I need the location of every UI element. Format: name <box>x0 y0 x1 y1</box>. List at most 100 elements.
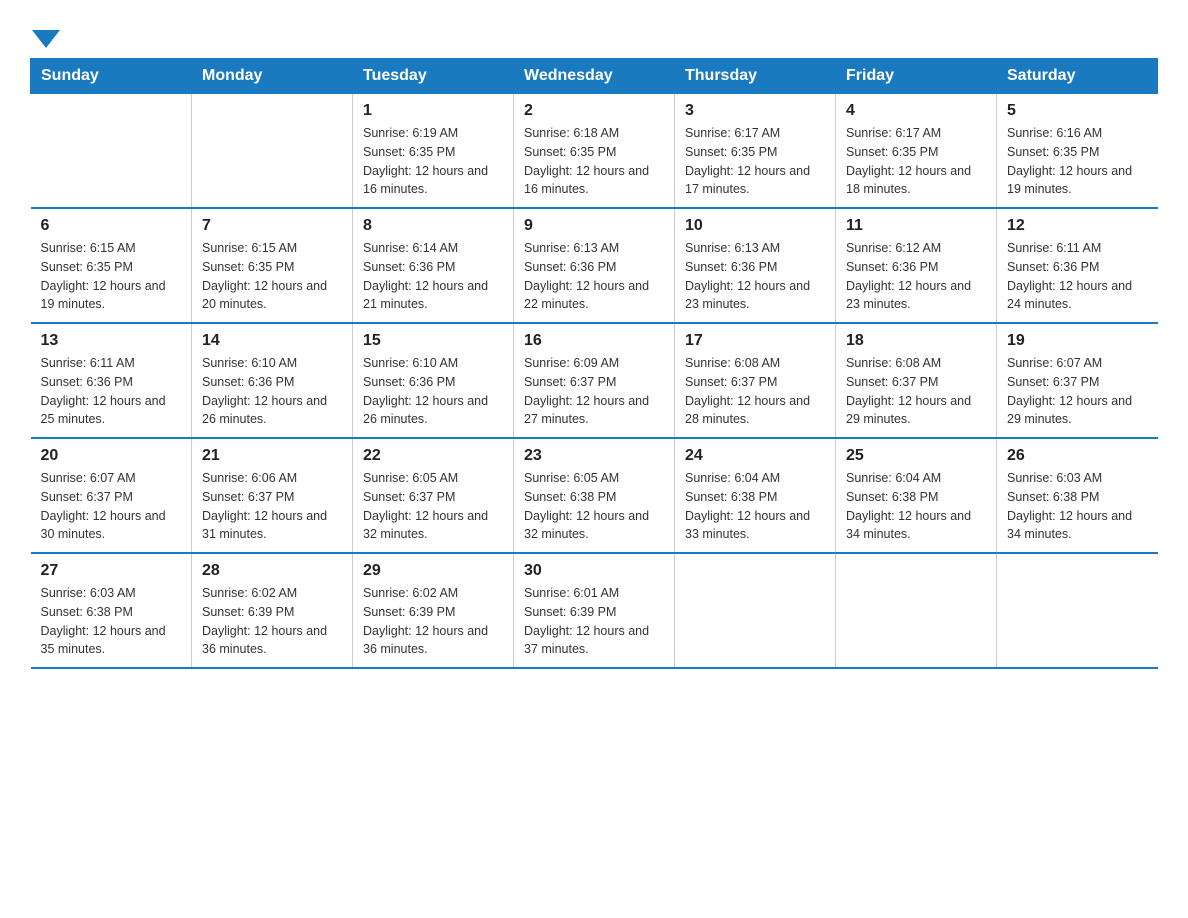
day-info: Sunrise: 6:11 AMSunset: 6:36 PMDaylight:… <box>41 354 182 429</box>
day-info: Sunrise: 6:05 AMSunset: 6:37 PMDaylight:… <box>363 469 503 544</box>
day-number: 27 <box>41 562 182 580</box>
day-number: 19 <box>1007 332 1148 350</box>
day-number: 16 <box>524 332 664 350</box>
day-number: 9 <box>524 217 664 235</box>
calendar-cell: 29 Sunrise: 6:02 AMSunset: 6:39 PMDayligh… <box>353 553 514 668</box>
day-info: Sunrise: 6:13 AMSunset: 6:36 PMDaylight:… <box>524 239 664 314</box>
calendar-cell <box>192 94 353 209</box>
day-number: 23 <box>524 447 664 465</box>
calendar-cell: 27 Sunrise: 6:03 AMSunset: 6:38 PMDayligh… <box>31 553 192 668</box>
calendar-cell: 3 Sunrise: 6:17 AMSunset: 6:35 PMDaylight… <box>675 94 836 209</box>
logo-arrow-icon <box>32 30 60 48</box>
day-info: Sunrise: 6:04 AMSunset: 6:38 PMDaylight:… <box>685 469 825 544</box>
calendar-cell: 12Sunrise: 6:11 AMSunset: 6:36 PMDayligh… <box>997 208 1158 323</box>
day-number: 11 <box>846 217 986 235</box>
header-cell-saturday: Saturday <box>997 59 1158 94</box>
day-number: 30 <box>524 562 664 580</box>
day-number: 7 <box>202 217 342 235</box>
header-row: SundayMondayTuesdayWednesdayThursdayFrid… <box>31 59 1158 94</box>
calendar-cell: 19 Sunrise: 6:07 AMSunset: 6:37 PMDayligh… <box>997 323 1158 438</box>
calendar-cell: 18 Sunrise: 6:08 AMSunset: 6:37 PMDayligh… <box>836 323 997 438</box>
calendar-body: 1 Sunrise: 6:19 AMSunset: 6:35 PMDaylight… <box>31 94 1158 669</box>
day-info: Sunrise: 6:15 AMSunset: 6:35 PMDaylight:… <box>202 239 342 314</box>
header-cell-monday: Monday <box>192 59 353 94</box>
day-number: 1 <box>363 102 503 120</box>
day-number: 17 <box>685 332 825 350</box>
calendar-cell: 7 Sunrise: 6:15 AMSunset: 6:35 PMDaylight… <box>192 208 353 323</box>
day-info: Sunrise: 6:06 AMSunset: 6:37 PMDaylight:… <box>202 469 342 544</box>
calendar-week-2: 6Sunrise: 6:15 AMSunset: 6:35 PMDaylight… <box>31 208 1158 323</box>
day-number: 24 <box>685 447 825 465</box>
day-info: Sunrise: 6:07 AMSunset: 6:37 PMDaylight:… <box>1007 354 1148 429</box>
calendar-cell: 26 Sunrise: 6:03 AMSunset: 6:38 PMDayligh… <box>997 438 1158 553</box>
day-number: 21 <box>202 447 342 465</box>
day-number: 20 <box>41 447 182 465</box>
calendar-cell: 28Sunrise: 6:02 AMSunset: 6:39 PMDayligh… <box>192 553 353 668</box>
calendar-header: SundayMondayTuesdayWednesdayThursdayFrid… <box>31 59 1158 94</box>
calendar-cell: 22 Sunrise: 6:05 AMSunset: 6:37 PMDayligh… <box>353 438 514 553</box>
calendar-cell: 13 Sunrise: 6:11 AMSunset: 6:36 PMDayligh… <box>31 323 192 438</box>
day-info: Sunrise: 6:03 AMSunset: 6:38 PMDaylight:… <box>41 584 182 659</box>
day-info: Sunrise: 6:14 AMSunset: 6:36 PMDaylight:… <box>363 239 503 314</box>
day-number: 28 <box>202 562 342 580</box>
day-number: 2 <box>524 102 664 120</box>
day-number: 4 <box>846 102 986 120</box>
day-info: Sunrise: 6:12 AMSunset: 6:36 PMDaylight:… <box>846 239 986 314</box>
calendar-week-4: 20 Sunrise: 6:07 AMSunset: 6:37 PMDayligh… <box>31 438 1158 553</box>
calendar-cell: 1 Sunrise: 6:19 AMSunset: 6:35 PMDaylight… <box>353 94 514 209</box>
calendar-cell: 14Sunrise: 6:10 AMSunset: 6:36 PMDayligh… <box>192 323 353 438</box>
calendar-cell: 17 Sunrise: 6:08 AMSunset: 6:37 PMDayligh… <box>675 323 836 438</box>
calendar-cell: 5 Sunrise: 6:16 AMSunset: 6:35 PMDaylight… <box>997 94 1158 209</box>
day-number: 5 <box>1007 102 1148 120</box>
day-number: 25 <box>846 447 986 465</box>
day-number: 15 <box>363 332 503 350</box>
calendar-cell: 4Sunrise: 6:17 AMSunset: 6:35 PMDaylight… <box>836 94 997 209</box>
day-info: Sunrise: 6:01 AMSunset: 6:39 PMDaylight:… <box>524 584 664 659</box>
day-info: Sunrise: 6:15 AMSunset: 6:35 PMDaylight:… <box>41 239 182 314</box>
day-info: Sunrise: 6:02 AMSunset: 6:39 PMDaylight:… <box>363 584 503 659</box>
calendar-cell: 16 Sunrise: 6:09 AMSunset: 6:37 PMDayligh… <box>514 323 675 438</box>
day-number: 29 <box>363 562 503 580</box>
calendar-cell: 11 Sunrise: 6:12 AMSunset: 6:36 PMDayligh… <box>836 208 997 323</box>
header-cell-friday: Friday <box>836 59 997 94</box>
calendar-cell: 23Sunrise: 6:05 AMSunset: 6:38 PMDayligh… <box>514 438 675 553</box>
calendar-cell: 21 Sunrise: 6:06 AMSunset: 6:37 PMDayligh… <box>192 438 353 553</box>
day-number: 26 <box>1007 447 1148 465</box>
calendar-cell <box>836 553 997 668</box>
day-number: 8 <box>363 217 503 235</box>
day-info: Sunrise: 6:04 AMSunset: 6:38 PMDaylight:… <box>846 469 986 544</box>
logo-blue-part <box>30 30 60 48</box>
day-number: 13 <box>41 332 182 350</box>
calendar-week-3: 13 Sunrise: 6:11 AMSunset: 6:36 PMDayligh… <box>31 323 1158 438</box>
day-number: 3 <box>685 102 825 120</box>
calendar-cell: 20 Sunrise: 6:07 AMSunset: 6:37 PMDayligh… <box>31 438 192 553</box>
day-info: Sunrise: 6:13 AMSunset: 6:36 PMDaylight:… <box>685 239 825 314</box>
day-info: Sunrise: 6:19 AMSunset: 6:35 PMDaylight:… <box>363 124 503 199</box>
day-info: Sunrise: 6:09 AMSunset: 6:37 PMDaylight:… <box>524 354 664 429</box>
day-info: Sunrise: 6:10 AMSunset: 6:36 PMDaylight:… <box>202 354 342 429</box>
calendar-cell <box>675 553 836 668</box>
day-info: Sunrise: 6:17 AMSunset: 6:35 PMDaylight:… <box>685 124 825 199</box>
day-info: Sunrise: 6:16 AMSunset: 6:35 PMDaylight:… <box>1007 124 1148 199</box>
calendar-week-5: 27 Sunrise: 6:03 AMSunset: 6:38 PMDayligh… <box>31 553 1158 668</box>
header-cell-thursday: Thursday <box>675 59 836 94</box>
calendar-cell: 2 Sunrise: 6:18 AMSunset: 6:35 PMDaylight… <box>514 94 675 209</box>
day-number: 10 <box>685 217 825 235</box>
day-info: Sunrise: 6:03 AMSunset: 6:38 PMDaylight:… <box>1007 469 1148 544</box>
calendar-cell <box>997 553 1158 668</box>
day-number: 18 <box>846 332 986 350</box>
day-info: Sunrise: 6:08 AMSunset: 6:37 PMDaylight:… <box>846 354 986 429</box>
day-number: 22 <box>363 447 503 465</box>
header-cell-tuesday: Tuesday <box>353 59 514 94</box>
day-info: Sunrise: 6:08 AMSunset: 6:37 PMDaylight:… <box>685 354 825 429</box>
header-cell-wednesday: Wednesday <box>514 59 675 94</box>
calendar-cell: 9 Sunrise: 6:13 AMSunset: 6:36 PMDaylight… <box>514 208 675 323</box>
day-info: Sunrise: 6:07 AMSunset: 6:37 PMDaylight:… <box>41 469 182 544</box>
header-cell-sunday: Sunday <box>31 59 192 94</box>
day-info: Sunrise: 6:18 AMSunset: 6:35 PMDaylight:… <box>524 124 664 199</box>
calendar-cell: 25 Sunrise: 6:04 AMSunset: 6:38 PMDayligh… <box>836 438 997 553</box>
calendar-cell <box>31 94 192 209</box>
calendar-table: SundayMondayTuesdayWednesdayThursdayFrid… <box>30 58 1158 669</box>
logo <box>30 20 60 48</box>
calendar-cell: 10 Sunrise: 6:13 AMSunset: 6:36 PMDayligh… <box>675 208 836 323</box>
